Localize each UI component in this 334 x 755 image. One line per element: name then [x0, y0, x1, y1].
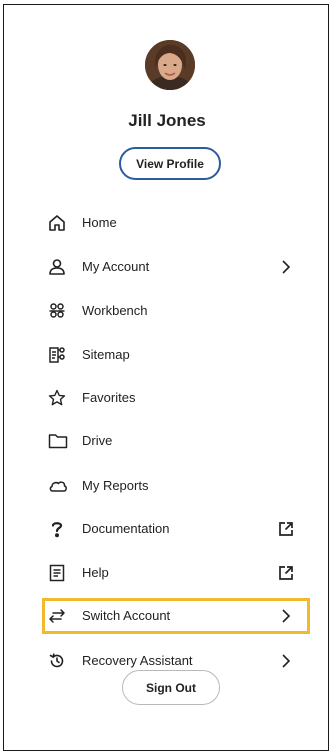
sign-out-button[interactable]: Sign Out: [122, 670, 220, 705]
restore-icon: [48, 652, 66, 670]
cloud-icon: [48, 477, 67, 495]
star-icon: [48, 389, 66, 407]
menu-item-label: Sitemap: [82, 347, 130, 362]
chevron-right-icon: [278, 653, 294, 669]
menu-item-my-reports[interactable]: My Reports: [40, 469, 310, 503]
view-profile-button[interactable]: View Profile: [119, 147, 221, 180]
menu-item-label: My Account: [82, 259, 150, 274]
menu-item-sitemap[interactable]: Sitemap: [40, 338, 310, 372]
menu-item-favorites[interactable]: Favorites: [40, 381, 310, 415]
menu-item-drive[interactable]: Drive: [40, 424, 310, 458]
menu-item-label: Drive: [82, 433, 113, 448]
avatar[interactable]: [145, 40, 195, 90]
user-name: Jill Jones: [128, 111, 206, 130]
external-link-icon: [278, 521, 294, 537]
menu-item-label: Favorites: [82, 390, 136, 405]
menu-item-label: Switch Account: [82, 608, 171, 623]
menu-item-documentation[interactable]: Documentation: [40, 512, 310, 546]
group-icon: [48, 302, 66, 320]
menu-item-workbench[interactable]: Workbench: [40, 294, 310, 328]
switch-arrows-icon: [48, 607, 66, 625]
menu-item-label: Documentation: [82, 521, 170, 536]
menu-item-help[interactable]: Help: [40, 556, 310, 590]
home-icon: [48, 214, 66, 232]
document-icon: [48, 564, 66, 582]
menu-item-label: My Reports: [82, 478, 149, 493]
person-icon: [48, 258, 66, 276]
menu-item-label: Workbench: [82, 303, 148, 318]
chevron-right-icon: [278, 608, 294, 624]
menu-item-home[interactable]: Home: [40, 206, 310, 240]
menu-item-label: Home: [82, 215, 117, 230]
chevron-right-icon: [278, 259, 294, 275]
menu-item-switch-account[interactable]: Switch Account: [40, 599, 310, 633]
menu-item-label: Help: [82, 565, 109, 580]
external-link-icon: [278, 565, 294, 581]
question-icon: [48, 520, 66, 538]
menu-item-my-account[interactable]: My Account: [40, 250, 310, 284]
folder-icon: [48, 432, 68, 450]
sitemap-icon: [48, 346, 66, 364]
